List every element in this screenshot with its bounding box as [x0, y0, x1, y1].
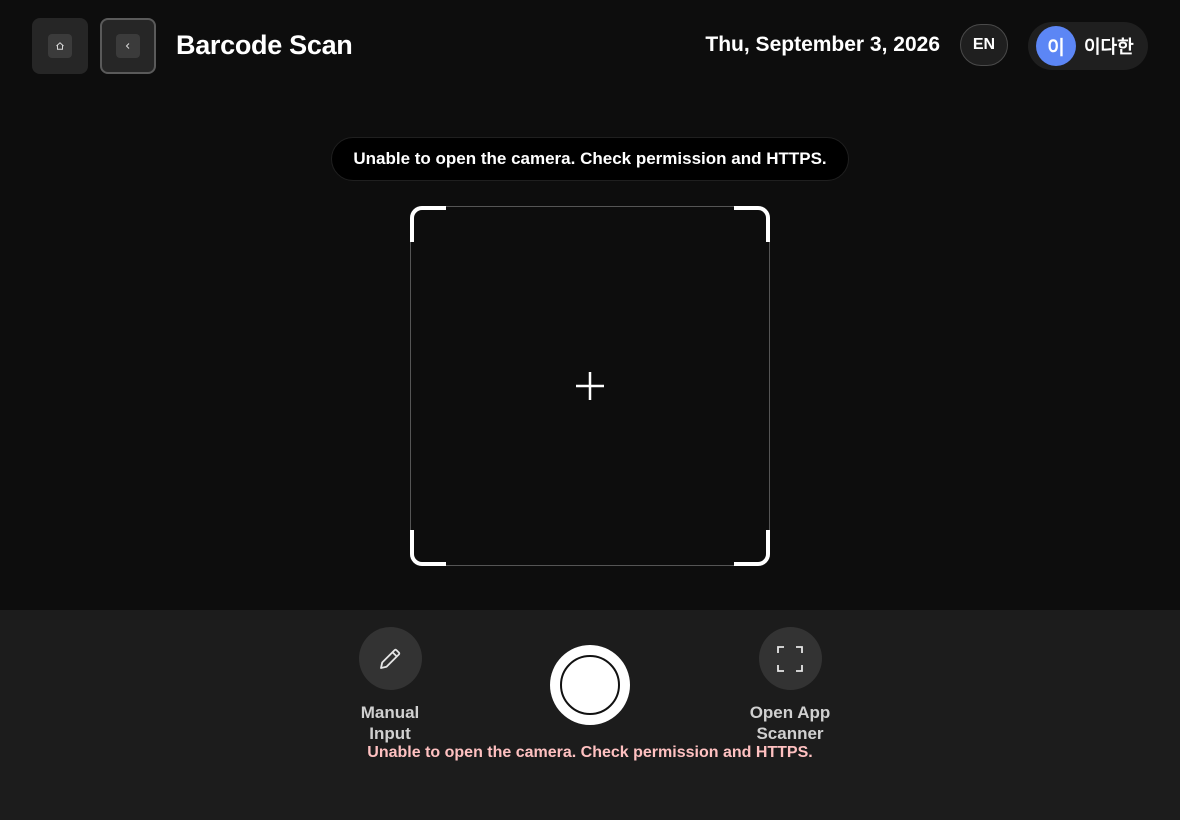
top-bar: Barcode Scan Thu, September 3, 2026 EN 이… [0, 0, 1180, 92]
pencil-icon [380, 648, 401, 669]
scan-frame-icon [777, 645, 803, 672]
plus-icon [575, 371, 605, 401]
error-message: Unable to open the camera. Check permiss… [367, 744, 813, 761]
frame-corner-top-right [734, 206, 770, 242]
frame-corner-top-left [410, 206, 446, 242]
manual-input-label: Manual Input [360, 703, 420, 743]
frame-corner-bottom-right [734, 530, 770, 566]
shutter-icon [560, 655, 620, 715]
control-bar: Manual Input Open App Scanner Unable to … [0, 610, 1180, 820]
home-icon [48, 34, 72, 58]
open-app-scanner-button[interactable]: Open App Scanner [740, 627, 840, 744]
frame-corner-bottom-left [410, 530, 446, 566]
date-display: Thu, September 3, 2026 [705, 33, 940, 56]
open-app-scanner-circle[interactable] [758, 627, 822, 690]
scan-frame [410, 206, 770, 566]
user-name: 이다한 [1084, 37, 1134, 57]
home-button[interactable] [32, 18, 88, 74]
back-button[interactable] [100, 18, 156, 74]
avatar: 이 [1036, 26, 1076, 66]
user-menu[interactable]: 이 이다한 [1028, 22, 1148, 70]
open-app-scanner-label: Open App Scanner [749, 703, 831, 743]
manual-input-circle[interactable] [358, 627, 422, 690]
page-title: Barcode Scan [176, 30, 353, 60]
chevron-left-icon [116, 34, 140, 58]
manual-input-button[interactable]: Manual Input [340, 627, 440, 744]
capture-button[interactable] [550, 645, 630, 725]
camera-error-toast: Unable to open the camera. Check permiss… [331, 137, 849, 181]
language-toggle[interactable]: EN [960, 24, 1008, 66]
